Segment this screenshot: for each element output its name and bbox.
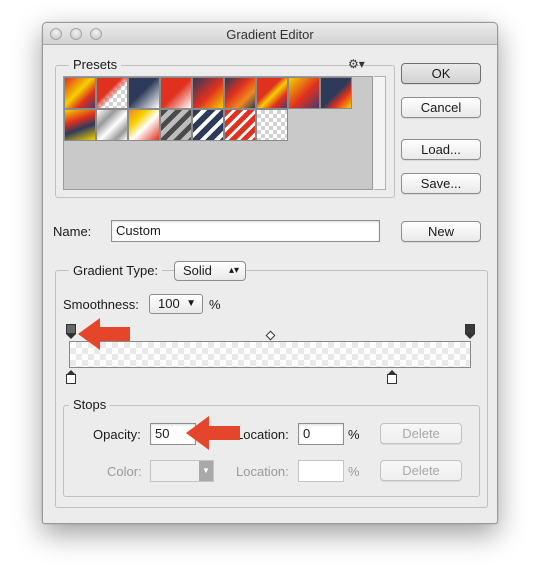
color-stop-right[interactable] [387, 370, 397, 384]
preset-swatch[interactable] [320, 77, 352, 109]
color-location-field[interactable] [298, 460, 344, 482]
up-down-arrows-icon: ▴▾ [228, 265, 239, 276]
presets-scrollbar[interactable] [374, 76, 386, 190]
load-button[interactable]: Load... [401, 139, 481, 160]
stops-label: Stops [69, 397, 111, 412]
preset-swatch[interactable] [192, 109, 224, 141]
preset-swatch[interactable] [128, 77, 160, 109]
smoothness-unit: % [209, 297, 221, 312]
presets-label: Presets [69, 57, 122, 72]
preset-swatch[interactable] [224, 109, 256, 141]
preset-swatch[interactable] [96, 77, 128, 109]
smoothness-label: Smoothness: [63, 297, 139, 312]
presets-grid[interactable] [63, 76, 373, 190]
preset-swatch[interactable] [96, 109, 128, 141]
opacity-location-unit: % [348, 427, 360, 442]
ok-button[interactable]: OK [401, 63, 481, 84]
gear-icon[interactable]: ⚙▾ [348, 57, 365, 71]
window-title: Gradient Editor [226, 27, 314, 42]
color-location-unit: % [348, 464, 360, 479]
annotation-arrow-shape [78, 318, 130, 350]
preset-swatch[interactable] [288, 77, 320, 109]
preset-swatch[interactable] [128, 109, 160, 141]
gradient-type-label: Gradient Type: [69, 263, 163, 278]
preset-swatch[interactable] [256, 77, 288, 109]
name-label: Name: [53, 224, 92, 239]
preset-swatch[interactable] [192, 77, 224, 109]
new-button[interactable]: New [401, 221, 481, 242]
opacity-delete-button[interactable]: Delete [380, 423, 462, 444]
gradient-editor-window: Gradient Editor Presets ⚙▾ OK Cancel Loa… [42, 22, 498, 524]
opacity-location-label: Location: [236, 427, 289, 442]
smoothness-field[interactable]: 100 ▼ [149, 294, 203, 314]
save-button[interactable]: Save... [401, 173, 481, 194]
preset-swatch[interactable] [224, 77, 256, 109]
opacity-stop-left[interactable] [66, 324, 76, 339]
preset-swatch[interactable] [256, 109, 288, 141]
gradient-type-value: Solid [183, 263, 212, 278]
color-swatch[interactable]: ▼ [150, 460, 214, 482]
title-bar: Gradient Editor [43, 23, 497, 45]
preset-swatch[interactable] [64, 77, 96, 109]
color-label: Color: [107, 464, 142, 479]
annotation-arrow-shape [186, 416, 240, 450]
opacity-location-field[interactable]: 0 [298, 423, 344, 445]
chevron-down-icon: ▼ [186, 298, 196, 309]
preset-swatch[interactable] [160, 77, 192, 109]
stops-group [63, 405, 480, 497]
opacity-stop-right[interactable] [465, 324, 475, 339]
cancel-button[interactable]: Cancel [401, 97, 481, 118]
annotation-arrow-icon [78, 318, 130, 350]
preset-swatch[interactable] [64, 109, 96, 141]
color-stop-left[interactable] [66, 370, 76, 384]
chevron-down-icon: ▼ [199, 461, 213, 481]
color-delete-button[interactable]: Delete [380, 460, 462, 481]
annotation-arrow-icon [186, 416, 240, 450]
gradient-type-select[interactable]: Solid ▴▾ [174, 261, 246, 281]
smoothness-value: 100 [158, 296, 180, 311]
opacity-label: Opacity: [93, 427, 141, 442]
name-field[interactable]: Custom [111, 220, 380, 242]
color-location-label: Location: [236, 464, 289, 479]
preset-swatch[interactable] [160, 109, 192, 141]
